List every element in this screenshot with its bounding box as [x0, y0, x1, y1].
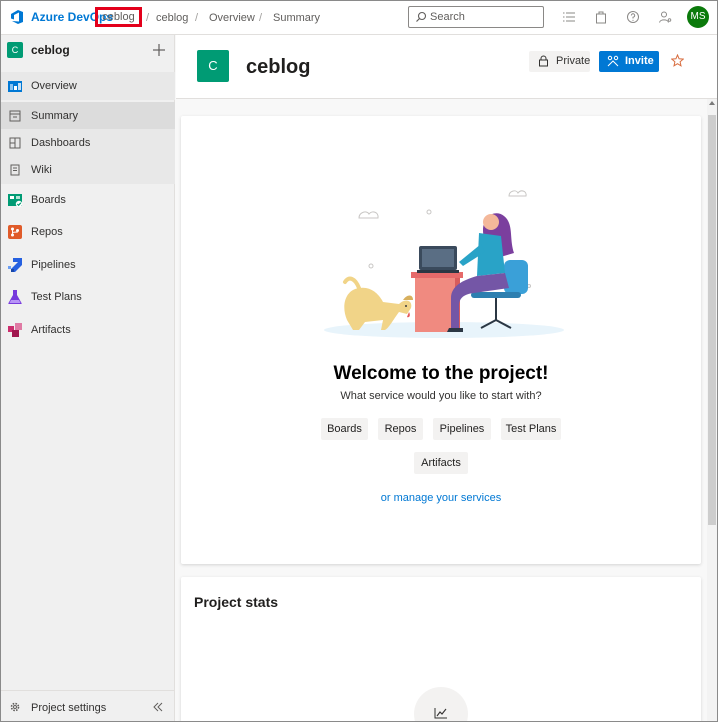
window-frame — [0, 0, 718, 722]
